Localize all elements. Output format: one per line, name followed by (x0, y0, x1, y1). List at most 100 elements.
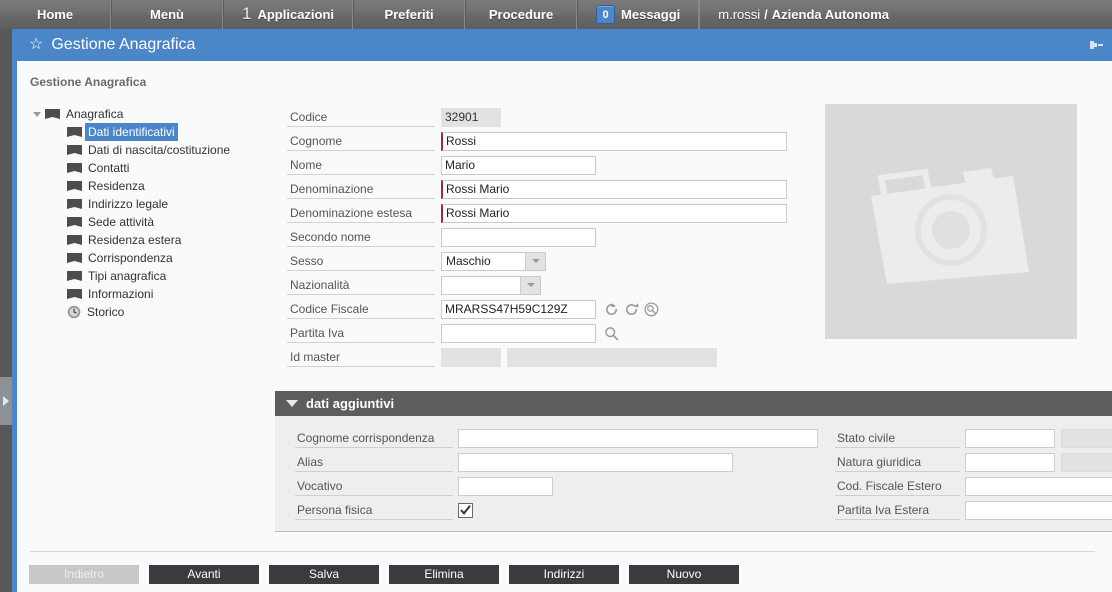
cognome-corrispondenza-label: Cognome corrispondenza (295, 429, 453, 448)
tree-item-indirizzo-legale[interactable]: Indirizzo legale (29, 195, 275, 213)
cod-fiscale-estero-field[interactable] (965, 476, 1112, 496)
cognome-field[interactable] (441, 131, 787, 151)
nav-item-procedure[interactable]: Procedure (465, 0, 578, 29)
chevron-down-icon[interactable] (520, 276, 540, 294)
identification-form: Codice Cognome Nome Denominazione Denomi… (287, 105, 787, 369)
search-icon[interactable] (604, 326, 619, 341)
tree-item-tipi-anagrafica[interactable]: Tipi anagrafica (29, 267, 275, 285)
folder-icon (67, 144, 82, 157)
denominazione-estesa-field[interactable] (441, 203, 787, 223)
nome-field[interactable] (441, 155, 596, 175)
chevron-down-icon[interactable] (525, 252, 545, 270)
footer-divider (30, 551, 1095, 552)
partita-iva-estera-field[interactable] (965, 500, 1112, 520)
cognome-label: Cognome (287, 132, 435, 151)
stato-civile-label: Stato civile (835, 429, 960, 448)
persona-fisica-checkbox[interactable] (458, 502, 473, 518)
pin-collapse-icon[interactable] (1088, 38, 1104, 52)
avanti-button[interactable]: Avanti (149, 565, 259, 584)
calculate-ccw-icon[interactable] (624, 302, 639, 317)
additional-data-panel-header[interactable]: dati aggiuntivi (275, 391, 1112, 416)
tree-item-corrispondenza[interactable]: Corrispondenza (29, 249, 275, 267)
denominazione-estesa-label: Denominazione estesa (287, 204, 435, 223)
id-master-description-field[interactable] (507, 347, 717, 367)
salva-button[interactable]: Salva (269, 565, 379, 584)
indirizzi-button[interactable]: Indirizzi (509, 565, 619, 584)
user-context[interactable]: m.rossi / Azienda Autonoma (699, 0, 907, 29)
nazionalita-label: Nazionalità (287, 276, 435, 295)
indietro-button[interactable]: Indietro (29, 565, 139, 584)
tree-item-label: Residenza (88, 179, 145, 193)
tree-item-label: Residenza estera (88, 233, 182, 247)
tree-item-contatti[interactable]: Contatti (29, 159, 275, 177)
partita-iva-actions (604, 326, 619, 341)
vocativo-field[interactable] (458, 476, 553, 496)
stato-civile-description-field[interactable] (1061, 428, 1112, 448)
folder-icon (67, 216, 82, 229)
calculate-cw-icon[interactable] (604, 302, 619, 317)
tree-item-residenza-estera[interactable]: Residenza estera (29, 231, 275, 249)
nav-item-menu[interactable]: Menù (111, 0, 223, 29)
page-title: Gestione Anagrafica (51, 36, 196, 53)
tree-item-label: Dati identificativi (85, 123, 178, 141)
chevron-down-icon[interactable] (29, 111, 45, 117)
denominazione-field[interactable] (441, 179, 787, 199)
id-master-field[interactable] (441, 347, 501, 367)
tree-item-label: Sede attività (88, 215, 155, 229)
sesso-select[interactable]: Maschio (441, 251, 546, 271)
folder-icon (67, 288, 82, 301)
folder-icon (67, 180, 82, 193)
chevron-down-icon[interactable] (286, 400, 298, 407)
persona-fisica-label: Persona fisica (295, 501, 453, 520)
nazionalita-select[interactable] (441, 275, 541, 295)
secondo-nome-field[interactable] (441, 227, 596, 247)
field-row-partita-iva: Partita Iva (287, 321, 787, 345)
tree-item-dati-di-nascita[interactable]: Dati di nascita/costituzione (29, 141, 275, 159)
tree-item-label: Contatti (88, 161, 130, 175)
camera-icon (863, 154, 1039, 289)
tree-node-anagrafica[interactable]: Anagrafica (29, 105, 275, 123)
nav-item-preferiti[interactable]: Preferiti (353, 0, 466, 29)
star-icon[interactable]: ☆ (29, 37, 43, 53)
tree-item-residenza[interactable]: Residenza (29, 177, 275, 195)
tree-item-dati-identificativi[interactable]: Dati identificativi (29, 123, 275, 141)
additional-data-panel-title: dati aggiuntivi (306, 396, 395, 411)
cognome-corrispondenza-field[interactable] (458, 428, 818, 448)
additional-data-panel: dati aggiuntivi Cognome corrispondenza A… (275, 391, 1112, 532)
breadcrumb: Gestione Anagrafica (30, 75, 147, 89)
nav-item-applicazioni[interactable]: 1 Applicazioni (223, 0, 354, 29)
stato-civile-field[interactable] (965, 428, 1055, 448)
tree-item-storico[interactable]: Storico (29, 303, 275, 321)
alias-field[interactable] (458, 452, 733, 472)
natura-giuridica-description-field[interactable] (1061, 452, 1112, 472)
user-organization: Azienda Autonoma (771, 7, 890, 22)
field-row-cognome: Cognome (287, 129, 787, 153)
user-name: m.rossi (718, 7, 761, 22)
left-rail (0, 29, 12, 592)
tree-item-informazioni[interactable]: Informazioni (29, 285, 275, 303)
field-row-sesso: Sesso Maschio (287, 249, 787, 273)
natura-giuridica-field[interactable] (965, 452, 1055, 472)
tree-item-label: Corrispondenza (88, 251, 173, 265)
nav-item-messaggi[interactable]: 0 Messaggi (577, 0, 700, 29)
nav-item-messaggi-label: Messaggi (621, 7, 681, 22)
action-button-bar: Indietro Avanti Salva Elimina Indirizzi … (29, 565, 739, 584)
nav-item-applicazioni-label: Applicazioni (257, 7, 335, 22)
codice-fiscale-actions (604, 301, 659, 317)
field-row-alias: Alias (295, 450, 835, 474)
field-row-secondo-nome: Secondo nome (287, 225, 787, 249)
applicazioni-count: 1 (242, 4, 252, 23)
nav-item-home[interactable]: Home (0, 0, 111, 29)
sidebar-expand-handle[interactable] (0, 377, 12, 425)
verify-search-icon[interactable] (644, 301, 659, 317)
folder-icon (67, 270, 82, 283)
photo-placeholder[interactable] (825, 104, 1077, 339)
nuovo-button[interactable]: Nuovo (629, 565, 739, 584)
codice-field[interactable] (441, 107, 501, 127)
partita-iva-field[interactable] (441, 323, 596, 343)
tree-item-sede-attivita[interactable]: Sede attività (29, 213, 275, 231)
codice-fiscale-field[interactable] (441, 299, 596, 319)
field-row-id-master: Id master (287, 345, 787, 369)
vocativo-label: Vocativo (295, 477, 453, 496)
elimina-button[interactable]: Elimina (389, 565, 499, 584)
